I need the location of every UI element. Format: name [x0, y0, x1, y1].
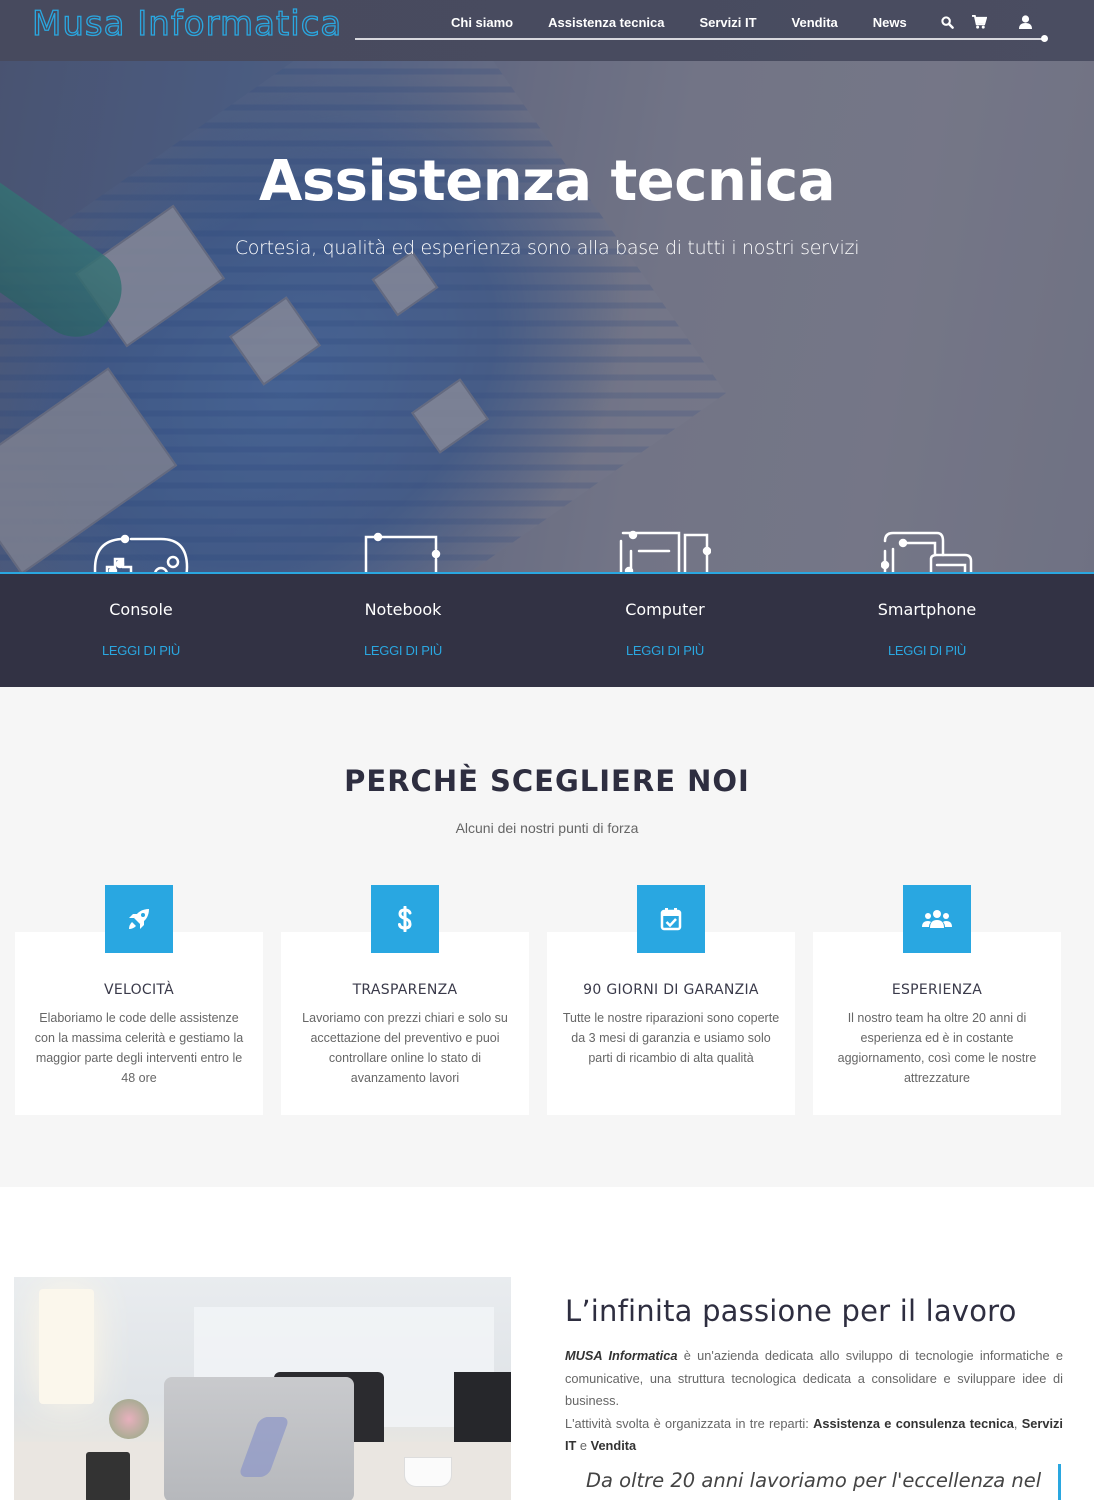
feature-title: VELOCITÀ [103, 982, 175, 998]
tablet-phone-icon[interactable] [881, 529, 973, 574]
nav-item-assistenza-tecnica[interactable]: Assistenza tecnica [548, 15, 664, 30]
category-notebook: Notebook LEGGI DI PIÙ [272, 574, 534, 687]
user-icon[interactable] [1018, 14, 1034, 30]
feature-text: Tutte le nostre riparazioni sono coperte… [562, 1011, 780, 1065]
quote-text: Da oltre 20 anni lavoriamo per l'eccelle… [586, 1469, 1042, 1492]
logo[interactable]: Musa Informatica [31, 3, 342, 44]
gamepad-icon[interactable] [91, 529, 191, 574]
feature-card: VELOCITÀ Elaboriamo le code delle assist… [15, 885, 263, 1115]
section-subtitle: Alcuni dei nostri punti di forza [455, 820, 639, 836]
brand-name: MUSA Informatica [565, 1348, 678, 1363]
section-title: PERCHÈ SCEGLIERE NOI [344, 764, 750, 798]
category-title: Computer [625, 600, 705, 619]
search-icon[interactable] [940, 14, 956, 30]
read-more-link[interactable]: LEGGI DI PIÙ [102, 643, 180, 658]
feature-text: Lavoriamo con prezzi chiari e solo su ac… [302, 1011, 508, 1085]
feature-text: Il nostro team ha oltre 20 anni di esper… [837, 1011, 1037, 1085]
feature-badge [903, 885, 971, 953]
feature-card: ESPERIENZA Il nostro team ha oltre 20 an… [813, 885, 1061, 1115]
hero-banner: Assistenza tecnica Cortesia, qualità ed … [0, 61, 1094, 574]
rocket-icon [129, 909, 149, 929]
quote-bar [1058, 1464, 1061, 1500]
calendar-check-icon [660, 908, 682, 931]
feature-badge [105, 885, 173, 953]
about-text: MUSA Informatica è un'azienda dedicata a… [565, 1348, 1063, 1453]
about-title: L’infinita passione per il lavoro [565, 1294, 1017, 1328]
category-smartphone: Smartphone LEGGI DI PIÙ [796, 574, 1058, 687]
read-more-link[interactable]: LEGGI DI PIÙ [626, 643, 704, 658]
feature-list: VELOCITÀ Elaboriamo le code delle assist… [15, 885, 1061, 1115]
feature-text: Elaboriamo le code delle assistenze con … [34, 1011, 244, 1085]
category-computer: Computer LEGGI DI PIÙ [534, 574, 796, 687]
site-header: Musa Informatica Chi siamo Assistenza te… [0, 0, 1094, 61]
hero-divider [0, 572, 1094, 574]
office-photo [14, 1277, 511, 1500]
read-more-link[interactable]: LEGGI DI PIÙ [888, 643, 966, 658]
category-title: Notebook [364, 600, 442, 619]
nav-underline [355, 38, 1045, 40]
cart-icon[interactable] [972, 14, 988, 30]
feature-badge [637, 885, 705, 953]
main-nav: Chi siamo Assistenza tecnica Servizi IT … [451, 12, 1034, 32]
nav-icons [940, 14, 1034, 30]
department-name: Assistenza e consulenza tecnica [813, 1415, 1014, 1431]
hero-title: Assistenza tecnica [258, 149, 836, 214]
nav-underline-dot [1041, 35, 1048, 42]
users-icon [922, 910, 952, 928]
why-choose-us-section: PERCHÈ SCEGLIERE NOI Alcuni dei nostri p… [0, 687, 1094, 1187]
desktop-icon[interactable] [619, 529, 711, 574]
category-band: Console LEGGI DI PIÙ Notebook LEGGI DI P… [0, 574, 1094, 687]
category-title: Smartphone [877, 600, 977, 619]
nav-item-news[interactable]: News [873, 15, 907, 30]
nav-item-servizi-it[interactable]: Servizi IT [699, 15, 756, 30]
dollar-icon [398, 906, 412, 932]
feature-title: TRASPARENZA [352, 982, 458, 998]
laptop-icon[interactable] [358, 529, 448, 574]
feature-title: ESPERIENZA [891, 982, 983, 998]
category-console: Console LEGGI DI PIÙ [10, 574, 272, 687]
feature-card: TRASPARENZA Lavoriamo con prezzi chiari … [281, 885, 529, 1115]
category-icons [0, 529, 1094, 574]
nav-item-vendita[interactable]: Vendita [792, 15, 838, 30]
hero-subtitle: Cortesia, qualità ed esperienza sono all… [234, 237, 860, 259]
nav-item-chi-siamo[interactable]: Chi siamo [451, 15, 513, 30]
about-section: L’infinita passione per il lavoro MUSA I… [0, 1187, 1094, 1500]
feature-card: 90 GIORNI DI GARANZIA Tutte le nostre ri… [547, 885, 795, 1115]
category-title: Console [109, 600, 173, 619]
feature-badge [371, 885, 439, 953]
department-name: Vendita [590, 1438, 637, 1453]
read-more-link[interactable]: LEGGI DI PIÙ [364, 643, 442, 658]
feature-title: 90 GIORNI DI GARANZIA [583, 982, 759, 998]
